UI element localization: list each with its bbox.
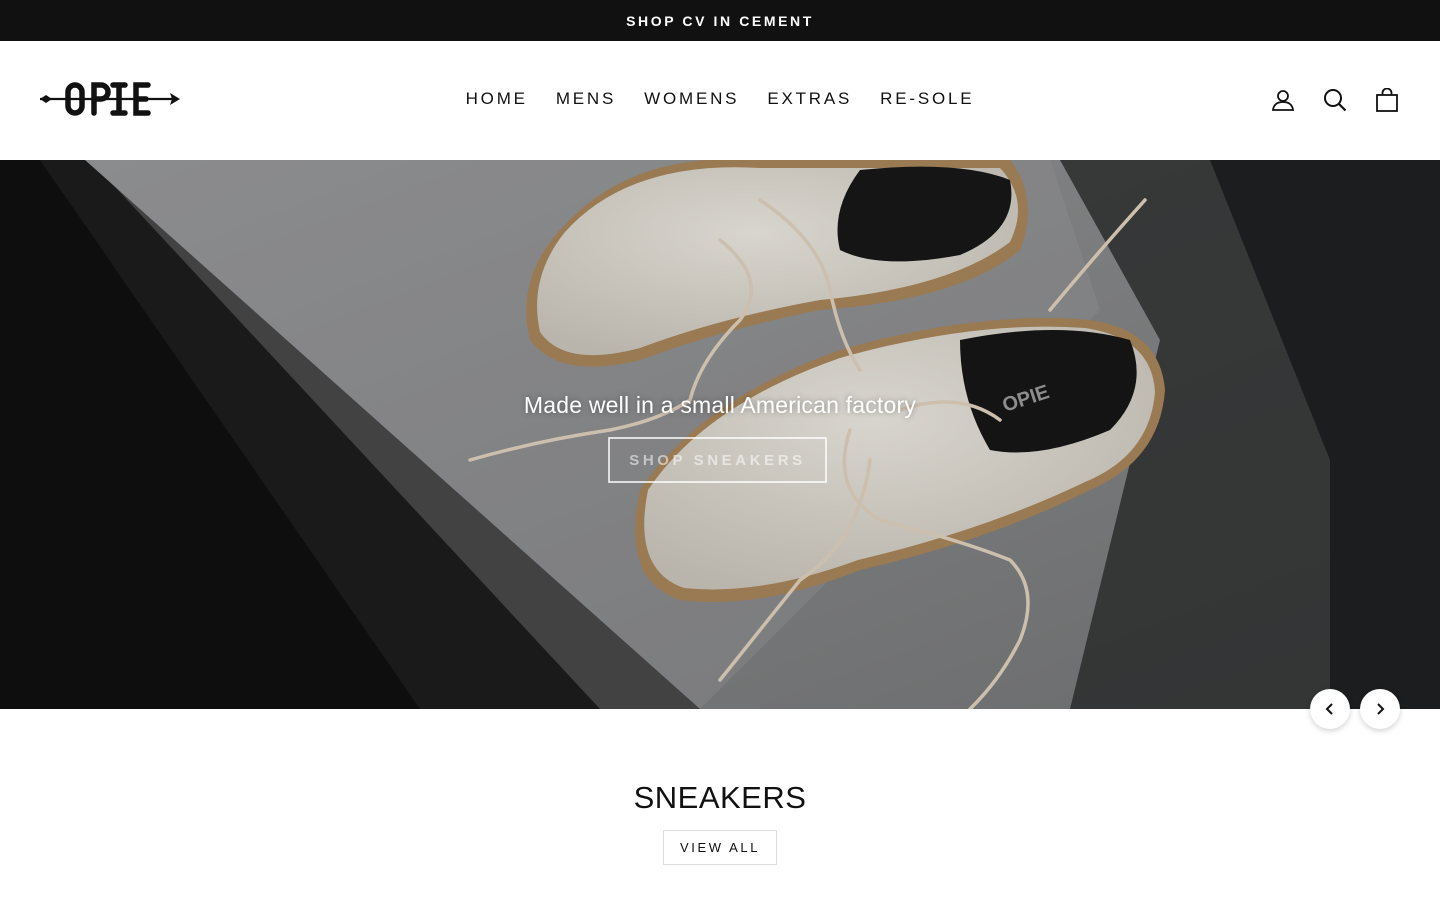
user-icon — [1271, 90, 1295, 111]
nav-re-sole[interactable]: RE-SOLE — [866, 88, 988, 110]
header-icons — [1270, 87, 1400, 113]
announcement-link[interactable]: SHOP CV IN CEMENT — [626, 13, 814, 29]
hero-slideshow[interactable]: OPIE Made well in a small American facto… — [0, 160, 1440, 709]
bag-icon — [1376, 88, 1398, 112]
search-icon — [1324, 89, 1347, 112]
chevron-right-icon — [1377, 703, 1385, 715]
site-header: HOME MENS WOMENS EXTRAS RE-SOLE — [0, 41, 1440, 160]
account-button[interactable] — [1270, 87, 1296, 113]
view-all-button[interactable]: VIEW ALL — [663, 830, 777, 865]
announcement-bar: SHOP CV IN CEMENT — [0, 0, 1440, 41]
hero-image: OPIE — [0, 160, 1440, 709]
hero-headline: Made well in a small American factory — [523, 392, 917, 418]
shop-sneakers-button[interactable]: SHOP SNEAKERS — [608, 437, 827, 483]
search-button[interactable] — [1322, 87, 1348, 113]
nav-extras[interactable]: EXTRAS — [753, 88, 866, 110]
slider-prev-button[interactable] — [1310, 689, 1350, 729]
main-nav: HOME MENS WOMENS EXTRAS RE-SOLE — [0, 88, 1440, 110]
slider-next-button[interactable] — [1360, 689, 1400, 729]
nav-womens[interactable]: WOMENS — [630, 88, 753, 110]
chevron-left-icon — [1325, 703, 1333, 715]
cart-button[interactable] — [1374, 87, 1400, 113]
nav-home[interactable]: HOME — [452, 88, 542, 110]
collection-title: SNEAKERS — [633, 780, 807, 815]
nav-mens[interactable]: MENS — [542, 88, 630, 110]
